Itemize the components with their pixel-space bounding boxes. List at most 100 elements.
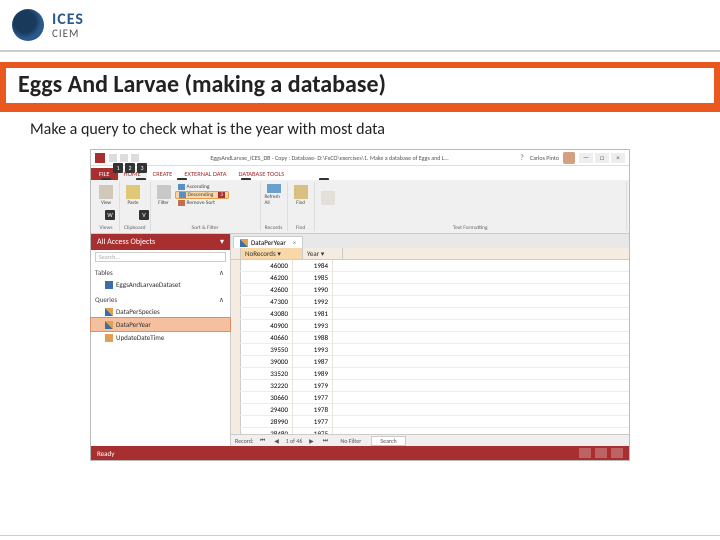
datasheet[interactable]: NoRecords ▾ Year ▾ 460001984462001985426… xyxy=(231,248,629,434)
table-row[interactable]: 289901977 xyxy=(231,416,629,428)
row-selector[interactable] xyxy=(231,356,241,367)
text-format-icon xyxy=(321,191,335,205)
select-all-cell[interactable] xyxy=(231,248,241,259)
cell-norecords[interactable]: 40660 xyxy=(241,332,293,343)
cell-norecords[interactable]: 46000 xyxy=(241,260,293,271)
row-selector[interactable] xyxy=(231,380,241,391)
nav-group-tables[interactable]: Tables∧ xyxy=(91,264,230,278)
find-button[interactable]: Find xyxy=(292,184,310,206)
cell-norecords[interactable]: 42600 xyxy=(241,284,293,295)
sort-ascending-button[interactable]: Ascending xyxy=(175,184,229,190)
close-button[interactable]: × xyxy=(611,153,625,163)
datasheet-header: NoRecords ▾ Year ▾ xyxy=(231,248,629,260)
nav-search-input[interactable]: Search... xyxy=(95,252,226,262)
row-selector[interactable] xyxy=(231,404,241,415)
qat-save-icon[interactable] xyxy=(109,154,117,162)
document-tab[interactable]: DataPerYear × xyxy=(233,236,303,248)
recnav-last-button[interactable]: ⏭ xyxy=(320,436,330,445)
design-view-icon[interactable] xyxy=(611,448,623,458)
row-selector[interactable] xyxy=(231,260,241,271)
user-avatar[interactable] xyxy=(563,152,575,164)
row-selector[interactable] xyxy=(231,308,241,319)
cell-year[interactable]: 1985 xyxy=(293,272,333,283)
cell-norecords[interactable]: 40900 xyxy=(241,320,293,331)
row-selector[interactable] xyxy=(231,272,241,283)
column-header-norecords[interactable]: NoRecords ▾ xyxy=(241,248,303,259)
cell-year[interactable]: 1988 xyxy=(293,332,333,343)
cell-norecords[interactable]: 46200 xyxy=(241,272,293,283)
cell-year[interactable]: 1993 xyxy=(293,320,333,331)
recnav-label: Record: xyxy=(235,437,254,445)
nav-query-item[interactable]: DataPerSpecies xyxy=(91,305,230,318)
table-row[interactable]: 473001992 xyxy=(231,296,629,308)
cell-year[interactable]: 1979 xyxy=(293,380,333,391)
cell-year[interactable]: 1993 xyxy=(293,344,333,355)
recnav-search[interactable]: Search xyxy=(371,436,405,446)
table-row[interactable]: 462001985 xyxy=(231,272,629,284)
close-tab-icon[interactable]: × xyxy=(293,238,297,247)
cell-norecords[interactable]: 28990 xyxy=(241,416,293,427)
cell-norecords[interactable]: 32220 xyxy=(241,380,293,391)
cell-year[interactable]: 1977 xyxy=(293,416,333,427)
cell-norecords[interactable]: 43080 xyxy=(241,308,293,319)
filter-button[interactable]: Filter xyxy=(155,184,173,206)
remove-sort-button[interactable]: Remove Sort xyxy=(175,200,229,206)
cell-norecords[interactable]: 39550 xyxy=(241,344,293,355)
cell-year[interactable]: 1989 xyxy=(293,368,333,379)
table-row[interactable]: 406601988 xyxy=(231,332,629,344)
row-selector[interactable] xyxy=(231,332,241,343)
row-selector[interactable] xyxy=(231,344,241,355)
datasheet-view-icon[interactable] xyxy=(579,448,591,458)
nav-group-queries[interactable]: Queries∧ xyxy=(91,291,230,305)
view-button[interactable]: View xyxy=(97,184,115,206)
table-row[interactable]: 426001990 xyxy=(231,284,629,296)
column-header-year[interactable]: Year ▾ xyxy=(303,248,343,259)
cell-year[interactable]: 1984 xyxy=(293,260,333,271)
table-row[interactable]: 322201979 xyxy=(231,380,629,392)
cell-norecords[interactable]: 33520 xyxy=(241,368,293,379)
paste-button[interactable]: Paste xyxy=(124,184,142,206)
qat-undo-icon[interactable] xyxy=(120,154,128,162)
keytip-badge: 2 xyxy=(125,163,135,173)
row-selector[interactable] xyxy=(231,296,241,307)
cell-year[interactable]: 1981 xyxy=(293,308,333,319)
minimize-button[interactable]: — xyxy=(579,153,593,163)
qat-redo-icon[interactable] xyxy=(131,154,139,162)
cell-year[interactable]: 1987 xyxy=(293,356,333,367)
refresh-all-button[interactable]: Refresh All xyxy=(265,184,283,206)
table-row[interactable]: 390001987 xyxy=(231,356,629,368)
maximize-button[interactable]: □ xyxy=(595,153,609,163)
row-selector[interactable] xyxy=(231,416,241,427)
table-row[interactable]: 409001993 xyxy=(231,320,629,332)
cell-year[interactable]: 1992 xyxy=(293,296,333,307)
row-selector[interactable] xyxy=(231,392,241,403)
nav-table-item[interactable]: EggsAndLarvaeDataset xyxy=(91,278,230,291)
row-selector[interactable] xyxy=(231,320,241,331)
table-row[interactable]: 430801981 xyxy=(231,308,629,320)
update-query-icon xyxy=(105,334,113,342)
cell-norecords[interactable]: 47300 xyxy=(241,296,293,307)
nav-query-item[interactable]: UpdateDateTime xyxy=(91,331,230,344)
table-row[interactable]: 460001984 xyxy=(231,260,629,272)
recnav-first-button[interactable]: ⏮ xyxy=(258,436,268,445)
cell-norecords[interactable]: 29400 xyxy=(241,404,293,415)
nav-query-item-selected[interactable]: DataPerYear xyxy=(91,318,230,331)
cell-norecords[interactable]: 39000 xyxy=(241,356,293,367)
table-row[interactable]: 335201989 xyxy=(231,368,629,380)
table-row[interactable]: 294001978 xyxy=(231,404,629,416)
table-row[interactable]: 306601977 xyxy=(231,392,629,404)
tab-create[interactable]: CREATE xyxy=(147,168,179,180)
sort-descending-button[interactable]: Descending3 xyxy=(175,191,229,199)
nav-header[interactable]: All Access Objects ▾ xyxy=(91,234,230,250)
cell-norecords[interactable]: 30660 xyxy=(241,392,293,403)
cell-year[interactable]: 1977 xyxy=(293,392,333,403)
row-selector[interactable] xyxy=(231,368,241,379)
sql-view-icon[interactable] xyxy=(595,448,607,458)
cell-year[interactable]: 1990 xyxy=(293,284,333,295)
help-button[interactable]: ? xyxy=(520,153,524,163)
table-row[interactable]: 395501993 xyxy=(231,344,629,356)
row-selector[interactable] xyxy=(231,284,241,295)
cell-year[interactable]: 1978 xyxy=(293,404,333,415)
recnav-next-button[interactable]: ▶ xyxy=(306,437,316,445)
recnav-prev-button[interactable]: ◀ xyxy=(272,437,282,445)
